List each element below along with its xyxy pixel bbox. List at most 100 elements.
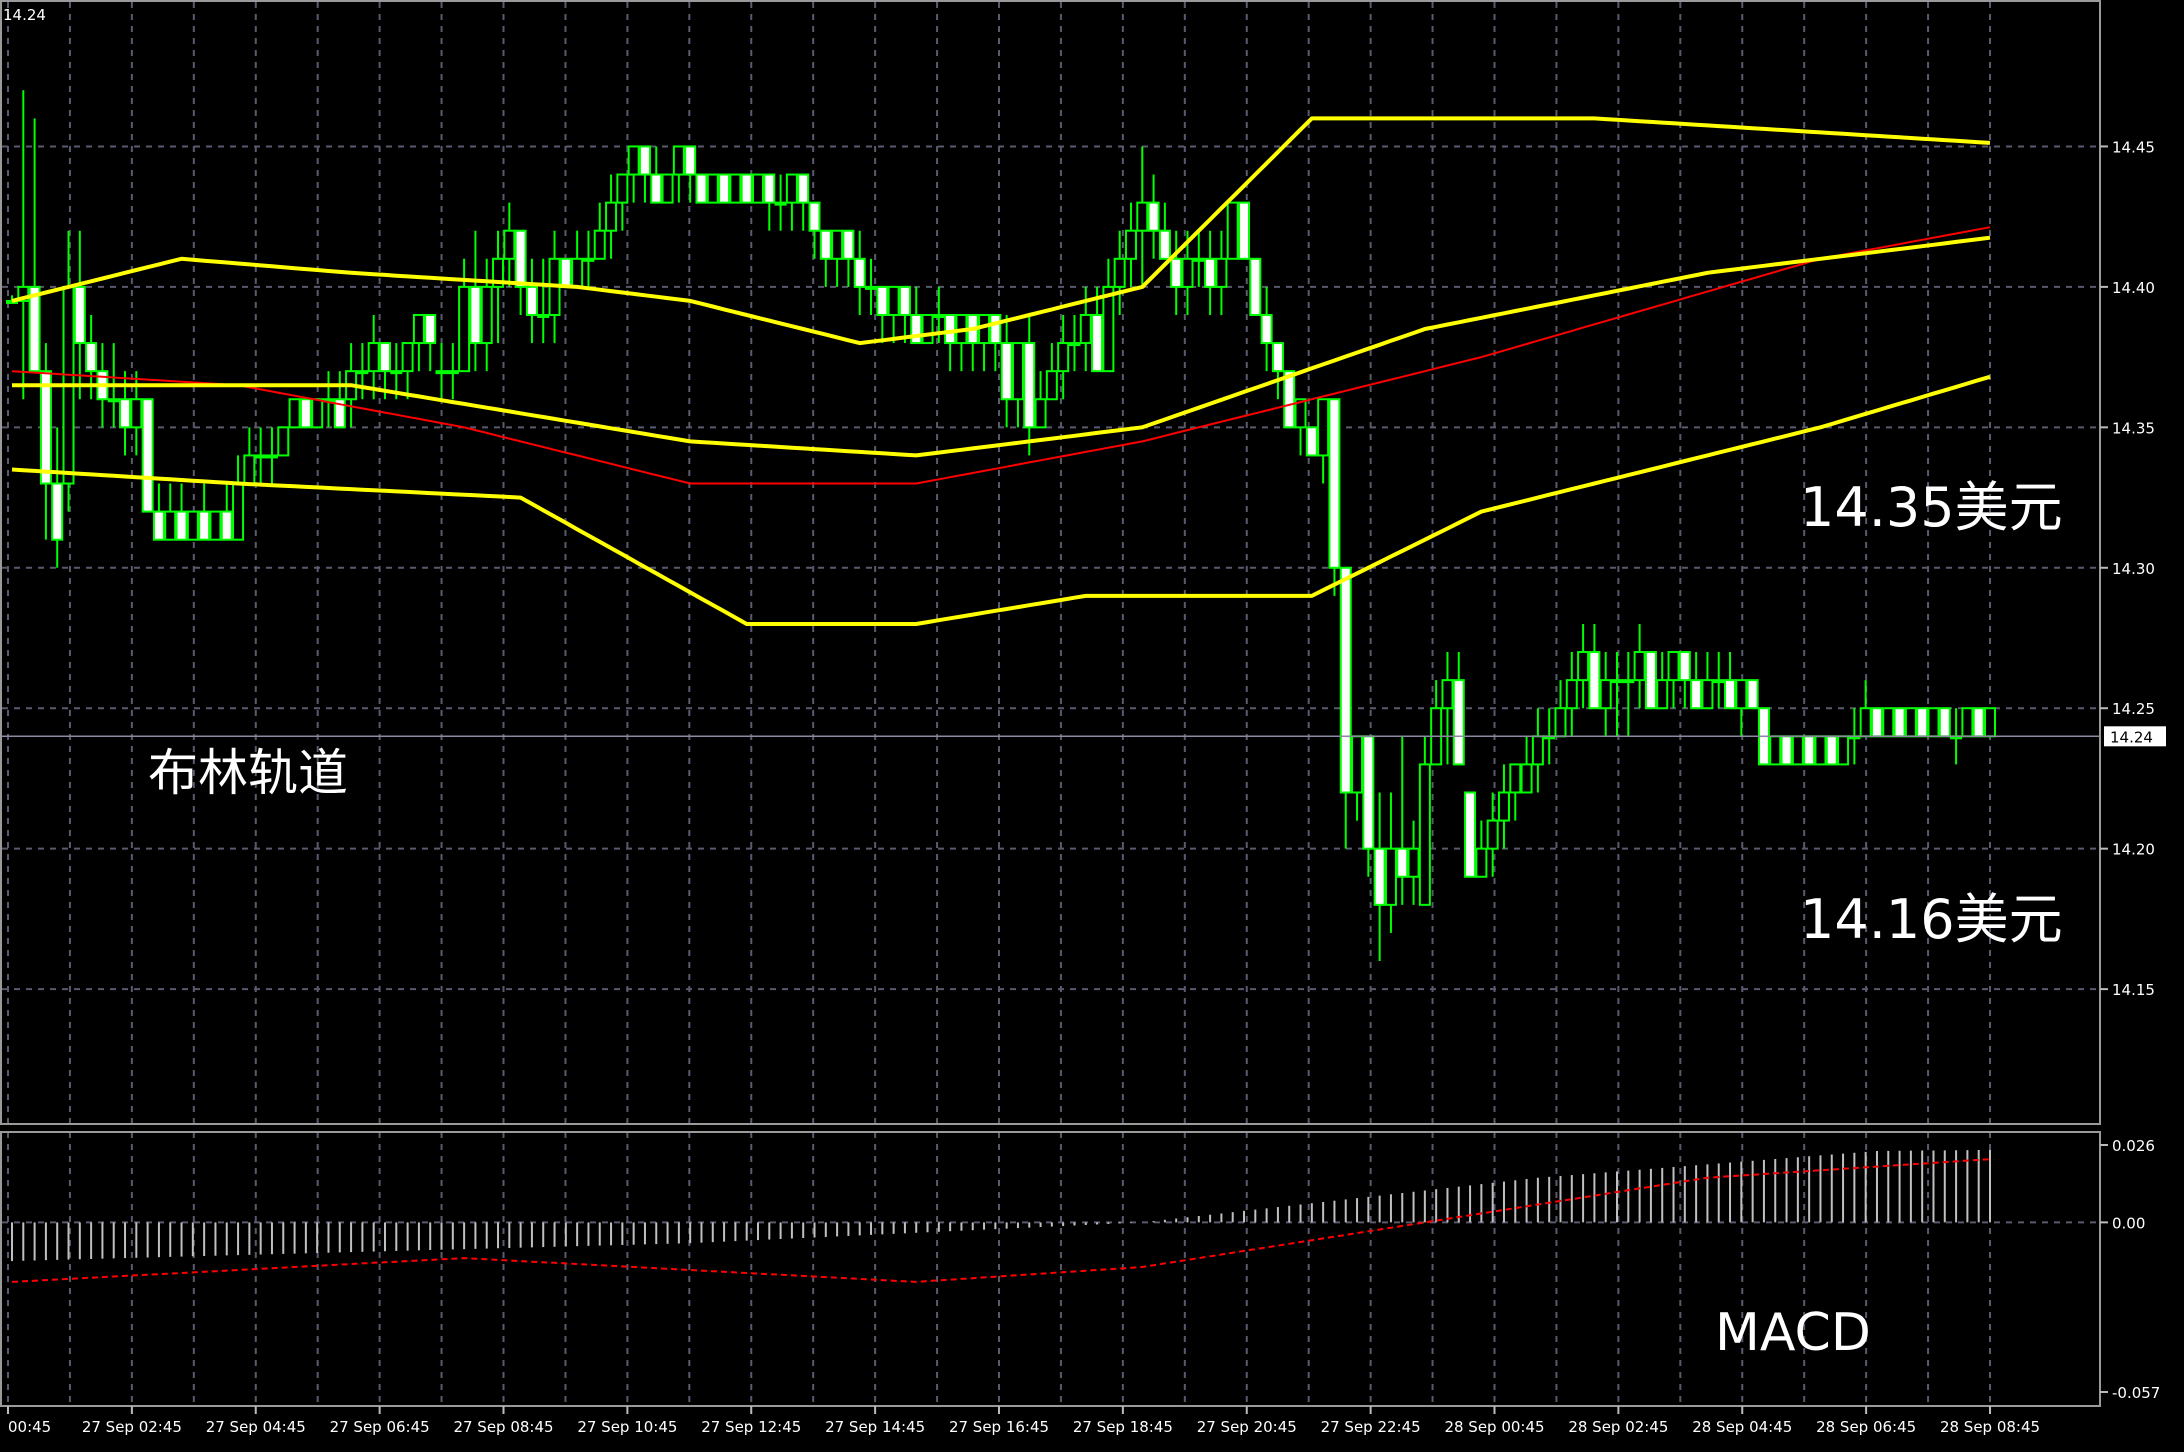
candle-body xyxy=(1577,651,1590,682)
candle-body xyxy=(1068,342,1081,347)
candle-body xyxy=(1034,398,1047,429)
candle-body xyxy=(175,510,188,541)
candle-body xyxy=(220,510,233,541)
candle-body xyxy=(1509,763,1522,794)
candle xyxy=(186,510,199,541)
candle-body xyxy=(1724,679,1737,710)
candle-body xyxy=(1170,257,1183,288)
candle-body xyxy=(1441,679,1454,710)
candle-body xyxy=(1904,707,1917,738)
candle-body xyxy=(785,173,798,204)
candle-body xyxy=(1283,370,1296,429)
candle-body xyxy=(1984,707,1996,738)
candle-body xyxy=(28,285,41,373)
price-tick-label: 14.20 xyxy=(2112,841,2155,859)
candle-body xyxy=(1260,313,1273,345)
candle xyxy=(729,173,742,204)
time-tick-label: 27 Sep 06:45 xyxy=(330,1418,430,1436)
candle-body xyxy=(401,342,414,373)
candle-body xyxy=(1147,201,1160,232)
candle-body xyxy=(73,285,86,345)
candle-body xyxy=(1667,651,1680,682)
candle-body xyxy=(1158,229,1171,260)
candle xyxy=(1238,201,1251,260)
candle-body xyxy=(1622,679,1635,684)
candle-body xyxy=(412,313,425,345)
candle-body xyxy=(593,229,606,260)
candle xyxy=(1972,707,1985,738)
candle-body xyxy=(1656,679,1669,710)
candle-body xyxy=(525,285,538,316)
candle-body xyxy=(729,173,742,204)
time-tick-label: 27 Sep 12:45 xyxy=(701,1418,801,1436)
candle xyxy=(288,398,301,429)
time-tick-label: 28 Sep 06:45 xyxy=(1816,1418,1916,1436)
candle-body xyxy=(232,482,245,541)
candle-body xyxy=(51,482,64,541)
candle-body xyxy=(1701,679,1714,710)
macd-tick-label: 0.00 xyxy=(2112,1214,2145,1232)
candle-body xyxy=(1181,257,1194,288)
candle-body xyxy=(1554,707,1567,738)
price-tick-label: 14.25 xyxy=(2112,700,2155,718)
candle xyxy=(1803,735,1816,766)
candle xyxy=(1870,707,1883,738)
candle xyxy=(1961,707,1974,738)
candle-body xyxy=(1588,651,1601,710)
candle-body xyxy=(865,285,878,290)
candle-body xyxy=(740,173,753,204)
candle-body xyxy=(107,398,120,403)
candle-body xyxy=(1780,735,1793,766)
candle-body xyxy=(1204,257,1217,288)
candle xyxy=(1938,707,1951,738)
candle-body xyxy=(356,370,369,375)
candle-body xyxy=(1226,201,1239,260)
time-tick-label: 28 Sep 04:45 xyxy=(1692,1418,1792,1436)
chart-canvas: 14.45 14.40 14.35 14.30 14.25 14.20 14.15 00:45… xyxy=(0,0,2184,1452)
candle-body xyxy=(910,313,923,345)
candle xyxy=(706,173,719,204)
candle-body xyxy=(774,201,787,206)
macd-tick-label: -0.057 xyxy=(2112,1384,2160,1402)
candle-body xyxy=(1486,819,1499,850)
annotation-bollinger-label: 布林轨道 xyxy=(148,744,348,802)
candle-body xyxy=(299,398,312,429)
time-tick-label: 27 Sep 16:45 xyxy=(949,1418,1049,1436)
candle-body xyxy=(367,342,380,373)
candle-body xyxy=(435,370,448,375)
candle xyxy=(1644,651,1657,710)
candle-body xyxy=(1249,257,1262,316)
time-tick-label: 27 Sep 02:45 xyxy=(82,1418,182,1436)
candle-body xyxy=(853,257,866,288)
candle-body xyxy=(1565,679,1578,710)
candle xyxy=(1226,201,1239,260)
candle-body xyxy=(1938,707,1951,738)
candle-body xyxy=(503,229,516,260)
candle-body xyxy=(1644,651,1657,710)
time-tick-label: 28 Sep 08:45 xyxy=(1940,1418,2040,1436)
candle-body xyxy=(989,313,1002,345)
candle xyxy=(209,510,222,541)
candle-body xyxy=(1859,707,1872,738)
candle-body xyxy=(559,257,572,288)
candle-body xyxy=(627,145,640,176)
current-price-flag-label: 14.24 xyxy=(2110,728,2153,746)
candle-body xyxy=(1599,679,1612,710)
candle-body xyxy=(1328,398,1341,569)
candle-body xyxy=(1000,342,1013,401)
candle-body xyxy=(390,370,403,375)
candle-body xyxy=(650,173,663,204)
price-tick-label: 14.15 xyxy=(2112,981,2155,999)
candle xyxy=(277,426,290,457)
candle-body xyxy=(887,285,900,316)
candle-body xyxy=(1464,791,1477,878)
price-tick-label: 14.45 xyxy=(2112,138,2155,156)
time-tick-label: 27 Sep 22:45 xyxy=(1321,1418,1421,1436)
candle-body xyxy=(1192,257,1205,262)
candle-body xyxy=(921,313,934,345)
candle xyxy=(740,173,753,204)
candle-body xyxy=(1317,398,1330,457)
candle-body xyxy=(39,370,52,485)
candle-body xyxy=(288,398,301,429)
candle-body xyxy=(1893,707,1906,738)
